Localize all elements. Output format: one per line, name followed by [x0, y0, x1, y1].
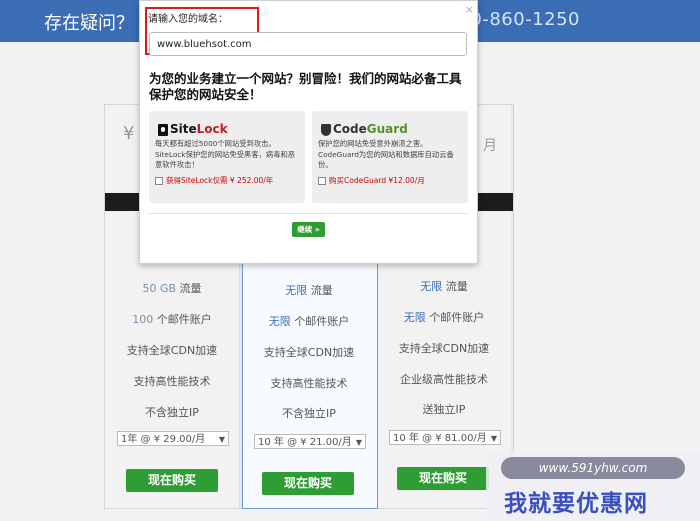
ip-row: 不含独立IP — [145, 406, 199, 419]
domain-input[interactable] — [149, 32, 467, 56]
ip-row: 送独立IP — [422, 403, 466, 416]
codeguard-description: 保护您的网站免受意外崩溃之害。CodeGuard为您的网站和数据库自动云备份。 — [318, 139, 454, 169]
ip-row: 不含独立IP — [282, 407, 336, 420]
logo-guard-text: Guard — [366, 122, 408, 136]
codeguard-option-label: 购买CodeGuard ¥12.00/月 — [329, 176, 425, 185]
mail-row: 无限 个邮件账户 — [242, 313, 376, 329]
term-select[interactable]: 1年 @ ¥ 29.00/月 — [117, 431, 229, 447]
codeguard-option[interactable]: 购买CodeGuard ¥12.00/月 — [318, 175, 425, 186]
currency-symbol: ¥ — [123, 123, 135, 144]
traffic-value: 50 GB — [142, 282, 177, 295]
cdn-row: 支持全球CDN加速 — [263, 346, 355, 359]
continue-button[interactable]: 继续 » — [292, 222, 325, 237]
cdn-row: 支持全球CDN加速 — [126, 344, 218, 357]
sitelock-checkbox[interactable] — [155, 177, 163, 185]
lock-icon — [158, 123, 168, 136]
domain-label: 请输入您的域名： — [148, 14, 228, 25]
codeguard-card: CodeGuard 保护您的网站免受意外崩溃之害。CodeGuard为您的网站和… — [312, 111, 468, 203]
mail-row: 无限 个邮件账户 — [377, 309, 511, 325]
watermark-brand: 我就要优惠网 — [504, 491, 648, 517]
term-select[interactable]: 10 年 @ ¥ 81.00/月 — [389, 430, 501, 446]
logo-site-text: Site — [170, 122, 197, 136]
sitelock-option[interactable]: 获得SiteLock仅需 ¥ 252.00/年 — [155, 175, 273, 186]
watermark: www.591yhw.com 我就要优惠网 — [486, 452, 700, 521]
sitelock-logo: SiteLock — [158, 122, 228, 136]
traffic-value: 无限 — [420, 280, 443, 293]
buy-now-button[interactable]: 现在购买 — [262, 472, 354, 495]
traffic-label: 流量 — [445, 280, 468, 293]
shield-icon — [321, 123, 331, 136]
buy-now-button[interactable]: 现在购买 — [126, 469, 218, 492]
mail-value: 无限 — [403, 311, 426, 324]
mail-value: 无限 — [268, 315, 291, 328]
traffic-row: 无限 流量 — [242, 282, 376, 298]
period-mark: 月 — [483, 138, 497, 154]
mail-row: 100 个邮件账户 — [105, 311, 239, 327]
logo-lock-text: Lock — [196, 122, 228, 136]
traffic-value: 无限 — [285, 284, 308, 297]
traffic-row: 50 GB 流量 — [105, 280, 239, 296]
mail-label: 个邮件账户 — [429, 311, 485, 324]
tech-row: 支持高性能技术 — [133, 375, 211, 388]
codeguard-checkbox[interactable] — [318, 177, 326, 185]
watermark-url: www.591yhw.com — [501, 457, 685, 479]
term-select[interactable]: 10 年 @ ¥ 21.00/月 — [254, 434, 366, 450]
mail-value: 100 — [132, 313, 154, 326]
cdn-row: 支持全球CDN加速 — [398, 342, 490, 355]
close-icon[interactable]: × — [465, 3, 474, 16]
dialog-headline: 为您的业务建立一个网站？别冒险！我们的网站必备工具保护您的网站安全！ — [149, 71, 462, 102]
codeguard-logo: CodeGuard — [321, 122, 408, 136]
tech-row: 企业级高性能技术 — [400, 373, 488, 386]
logo-code-text: Code — [333, 122, 367, 136]
sitelock-card: SiteLock 每天都有超过5000个网站受到攻击。SiteLock保护您的网… — [149, 111, 305, 203]
domain-dialog: × 请输入您的域名： 为您的业务建立一个网站？别冒险！我们的网站必备工具保护您的… — [139, 0, 478, 264]
buy-now-button[interactable]: 现在购买 — [397, 467, 489, 490]
sitelock-description: 每天都有超过5000个网站受到攻击。SiteLock保护您的网站免受黑客，病毒和… — [155, 139, 296, 169]
divider — [149, 213, 467, 214]
question-text: 存在疑问？ — [44, 13, 134, 34]
traffic-label: 流量 — [179, 282, 202, 295]
mail-label: 个邮件账户 — [294, 315, 350, 328]
traffic-row: 无限 流量 — [377, 278, 511, 294]
tech-row: 支持高性能技术 — [270, 377, 348, 390]
mail-label: 个邮件账户 — [156, 313, 212, 326]
traffic-label: 流量 — [310, 284, 333, 297]
sitelock-option-label: 获得SiteLock仅需 ¥ 252.00/年 — [166, 176, 274, 185]
